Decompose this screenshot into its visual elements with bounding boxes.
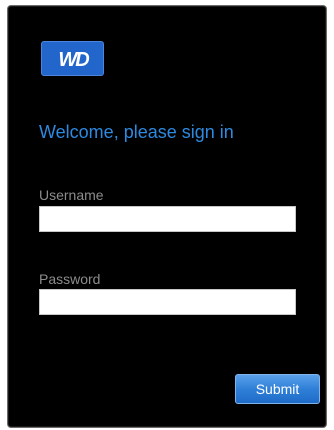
submit-button[interactable]: Submit — [235, 374, 320, 404]
login-panel: WD Welcome, please sign in Username Pass… — [7, 5, 327, 428]
wd-logo-icon: WD — [41, 41, 104, 76]
svg-text:WD: WD — [58, 49, 89, 70]
password-label: Password — [39, 271, 101, 287]
username-label: Username — [39, 187, 104, 203]
username-input[interactable] — [39, 206, 296, 232]
password-input[interactable] — [39, 289, 296, 315]
welcome-heading: Welcome, please sign in — [39, 122, 234, 142]
